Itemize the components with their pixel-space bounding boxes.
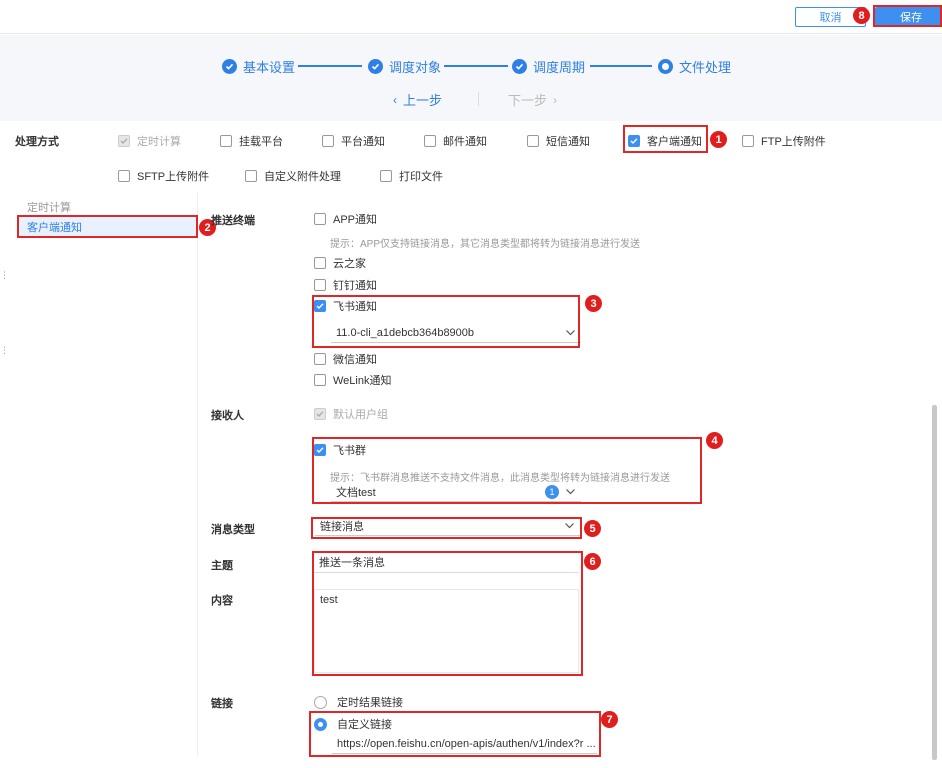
edge-marker: ⋮ [0,270,9,280]
checkbox-email-notify[interactable]: 邮件通知 [424,133,487,149]
prev-step-button[interactable]: ‹ 上一步 [393,90,442,109]
highlight-left-item [17,215,198,238]
checkbox-sms-notify[interactable]: 短信通知 [527,133,590,149]
scrollbar[interactable] [932,405,937,760]
checkbox-box [245,170,257,182]
checkbox-box [314,257,326,269]
checkbox-custom-attachment[interactable]: 自定义附件处理 [245,168,341,184]
steps-area: 基本设置 调度对象 调度周期 文件处理 ‹ 上一步 下一步 › [0,35,942,121]
link-label: 链接 [211,698,233,710]
push-label: 推送终端 [211,215,255,227]
badge-7: 7 [601,711,618,728]
highlight-custom-link [309,711,601,757]
checkbox-box [118,135,130,147]
highlight-feishu [312,295,580,348]
top-toolbar: 取消 保存 [0,0,942,34]
badge-8: 8 [853,7,870,24]
radio-timed-result-link[interactable]: 定时结果链接 [314,694,403,710]
checkbox-box [380,170,392,182]
checkbox-sftp-upload[interactable]: SFTP上传附件 [118,168,209,184]
checkbox-default-group: 默认用户组 [314,406,388,422]
msgtype-label: 消息类型 [211,524,255,536]
checkbox-box [527,135,539,147]
step-basic[interactable]: 基本设置 [222,57,295,76]
current-step-icon [658,59,673,74]
checkbox-box [118,170,130,182]
checkbox-box [314,213,326,225]
checkbox-ftp-upload[interactable]: FTP上传附件 [742,133,826,149]
step-label: 基本设置 [243,60,296,75]
chevron-left-icon: ‹ [393,92,397,107]
process-label: 处理方式 [15,136,59,148]
app-hint: 提示：APP仅支持链接消息，其它消息类型都将转为链接消息进行发送 [330,239,641,250]
highlight-feishu-group [312,437,702,504]
badge-5: 5 [584,520,601,537]
next-step-button[interactable]: 下一步 › [508,90,557,109]
left-list: 定时计算 客户端通知 [10,193,198,756]
badge-4: 4 [706,432,723,449]
badge-3: 3 [585,295,602,312]
checkbox-box [314,279,326,291]
subject-label: 主题 [211,560,233,572]
checkbox-mount-platform[interactable]: 挂载平台 [220,133,283,149]
checkbox-platform-notify[interactable]: 平台通知 [322,133,385,149]
step-label: 调度周期 [533,60,586,75]
receiver-label: 接收人 [211,410,244,422]
chevron-right-icon: › [553,92,558,107]
step-label: 文件处理 [679,60,732,75]
step-file[interactable]: 文件处理 [658,57,731,76]
checkbox-yunzhijia[interactable]: 云之家 [314,255,366,271]
highlight-msgtype [311,517,582,539]
checkbox-box [314,374,326,386]
radio-circle [314,695,327,709]
checkbox-box [424,135,436,147]
step-label: 调度对象 [389,60,442,75]
checkbox-box [742,135,754,147]
check-icon [368,59,383,74]
step-connector [298,65,362,67]
checkbox-print-file[interactable]: 打印文件 [380,168,443,184]
checkbox-box [322,135,334,147]
content-label: 内容 [211,595,233,607]
step-object[interactable]: 调度对象 [368,57,441,76]
step-connector [444,65,508,67]
checkbox-app-notify[interactable]: APP通知 [314,211,377,227]
badge-1: 1 [710,131,727,148]
step-cycle[interactable]: 调度周期 [512,57,585,76]
check-icon [512,59,527,74]
checkbox-box [314,408,326,420]
process-panel: 处理方式 定时计算 挂载平台 平台通知 邮件通知 短信通知 客户端通知 FTP上… [6,121,937,192]
checkbox-wechat[interactable]: 微信通知 [314,351,377,367]
edge-marker: ⋮ [0,345,9,355]
badge-6: 6 [584,553,601,570]
left-item-timed-calc[interactable]: 定时计算 [27,199,71,215]
nav-divider [478,92,479,106]
checkbox-box [314,353,326,365]
step-connector [590,65,652,67]
checkbox-box [220,135,232,147]
checkbox-dingtalk[interactable]: 钉钉通知 [314,277,377,293]
highlight-save [873,5,942,27]
checkbox-timed-calc: 定时计算 [118,133,181,149]
check-icon [222,59,237,74]
highlight-subject-content [312,551,583,676]
checkbox-welink[interactable]: WeLink通知 [314,372,391,388]
highlight-client-notify [623,125,708,153]
